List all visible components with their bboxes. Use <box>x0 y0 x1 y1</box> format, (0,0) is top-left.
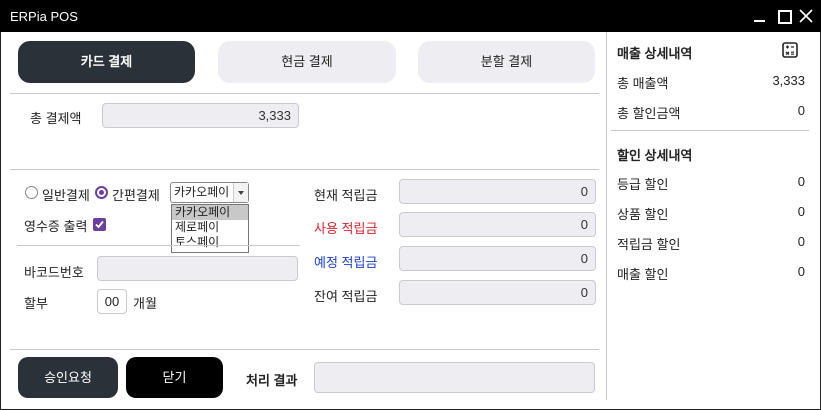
sales-discount-row: 매출 할인 0 <box>617 264 805 283</box>
sales-discount-label: 매출 할인 <box>617 267 669 282</box>
panel-divider <box>606 32 607 400</box>
sales-discount-value: 0 <box>797 264 805 279</box>
points-discount-label: 적립금 할인 <box>617 237 681 252</box>
barcode-label: 바코드번호 <box>24 265 84 280</box>
calculator-icon[interactable] <box>782 42 798 58</box>
chevron-down-icon[interactable] <box>233 183 248 202</box>
expected-points-field: 0 <box>399 246 596 271</box>
use-points-input[interactable]: 0 <box>399 212 596 237</box>
total-discount-row: 총 할인금액 0 <box>617 103 805 122</box>
total-amount-label: 총 결제액 <box>30 111 82 126</box>
receipt-checkbox[interactable] <box>93 218 106 231</box>
divider <box>10 169 599 170</box>
installment-unit: 개월 <box>133 296 157 311</box>
minimize-icon[interactable] <box>750 6 770 26</box>
product-discount-row: 상품 할인 0 <box>617 204 805 223</box>
close-button[interactable]: 닫기 <box>126 357 223 398</box>
close-icon[interactable] <box>796 6 816 26</box>
barcode-input[interactable] <box>97 256 298 281</box>
total-sales-row: 총 매출액 3,333 <box>617 73 805 92</box>
option-zeropay[interactable]: 제로페이 <box>172 220 248 235</box>
approve-request-button[interactable]: 승인요청 <box>18 357 118 398</box>
remaining-points-field: 0 <box>399 280 596 305</box>
current-points-field: 0 <box>399 179 596 204</box>
points-discount-value: 0 <box>797 234 805 249</box>
divider <box>10 349 599 350</box>
general-payment-label: 일반결제 <box>42 188 90 203</box>
sales-detail-title: 매출 상세내역 <box>617 46 693 61</box>
divider <box>10 93 599 94</box>
tab-split-payment[interactable]: 분할 결제 <box>418 41 595 83</box>
window-title: ERPia POS <box>10 9 78 24</box>
total-sales-label: 총 매출액 <box>617 76 669 91</box>
title-bar: ERPia POS <box>0 0 821 32</box>
total-discount-label: 총 할인금액 <box>617 106 681 121</box>
total-discount-value: 0 <box>797 103 805 118</box>
current-points-label: 현재 적립금 <box>314 188 378 203</box>
result-field <box>314 362 595 393</box>
expected-points-label: 예정 적립금 <box>314 255 378 270</box>
product-discount-value: 0 <box>797 204 805 219</box>
easy-pay-selected: 카카오페이 <box>174 185 230 199</box>
use-points-label: 사용 적립금 <box>314 221 378 236</box>
tab-card-payment[interactable]: 카드 결제 <box>18 41 195 83</box>
divider <box>611 130 809 131</box>
installment-label: 할부 <box>24 296 48 311</box>
tab-cash-payment[interactable]: 현금 결제 <box>218 41 396 83</box>
option-kakaopay[interactable]: 카카오페이 <box>172 205 248 220</box>
maximize-icon[interactable] <box>774 6 794 26</box>
grade-discount-row: 등급 할인 0 <box>617 174 805 193</box>
total-sales-value: 3,333 <box>772 73 805 88</box>
discount-detail-title: 할인 상세내역 <box>617 148 693 163</box>
easy-payment-label: 간편결제 <box>112 188 160 203</box>
product-discount-label: 상품 할인 <box>617 207 669 222</box>
remaining-points-label: 잔여 적립금 <box>314 289 378 304</box>
points-discount-row: 적립금 할인 0 <box>617 234 805 253</box>
easy-payment-radio[interactable] <box>95 186 108 199</box>
receipt-label: 영수증 출력 <box>24 219 88 234</box>
result-label: 처리 결과 <box>246 373 298 388</box>
installment-input[interactable]: 00 <box>97 289 127 314</box>
general-payment-radio[interactable] <box>25 186 38 199</box>
easy-pay-select[interactable]: 카카오페이 <box>170 182 249 203</box>
option-tosspay[interactable]: 토스페이 <box>172 235 248 250</box>
grade-discount-label: 등급 할인 <box>617 177 669 192</box>
total-amount-field: 3,333 <box>102 103 299 128</box>
grade-discount-value: 0 <box>797 174 805 189</box>
divider <box>17 245 300 246</box>
